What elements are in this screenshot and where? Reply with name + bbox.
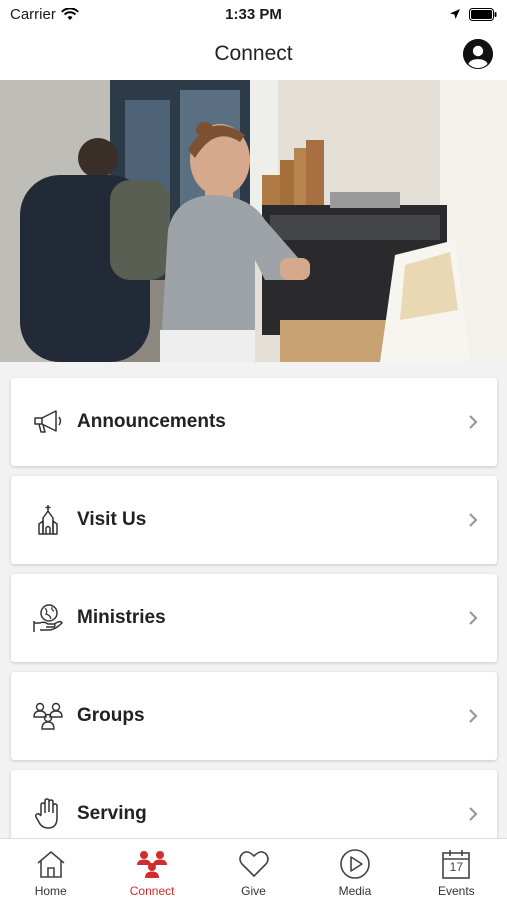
profile-icon — [463, 39, 493, 69]
battery-icon — [469, 7, 497, 21]
heart-icon — [237, 847, 271, 881]
menu-item-label: Visit Us — [77, 509, 147, 530]
play-icon — [338, 847, 372, 881]
profile-button[interactable] — [463, 39, 493, 69]
status-bar: Carrier 1:33 PM — [0, 0, 507, 28]
church-icon — [31, 503, 65, 537]
tab-media[interactable]: Media — [304, 839, 405, 900]
calendar-icon: 17 — [439, 847, 473, 881]
globe-hand-icon — [31, 601, 65, 635]
carrier-label: Carrier — [10, 5, 56, 23]
navigation-bar: Connect — [0, 28, 507, 80]
hero-image — [0, 80, 507, 362]
tab-label: Give — [241, 884, 266, 898]
location-arrow-icon — [450, 9, 460, 19]
tab-home[interactable]: Home — [0, 839, 101, 900]
connect-menu-list: Announcements Visit Us Ministries Groups… — [11, 378, 497, 868]
hand-icon — [31, 797, 65, 831]
page-title: Connect — [214, 42, 293, 65]
chevron-right-icon — [469, 513, 478, 527]
tab-label: Connect — [129, 884, 175, 898]
tab-events[interactable]: 17 Events — [406, 839, 507, 900]
menu-item-groups[interactable]: Groups — [11, 672, 497, 760]
tab-label: Events — [437, 884, 475, 898]
tab-give[interactable]: Give — [203, 839, 304, 900]
chevron-right-icon — [469, 807, 478, 821]
connect-icon — [135, 847, 169, 881]
menu-item-announcements[interactable]: Announcements — [11, 378, 497, 466]
menu-item-ministries[interactable]: Ministries — [11, 574, 497, 662]
chevron-right-icon — [469, 709, 478, 723]
menu-item-label: Announcements — [77, 411, 226, 432]
hero-photo — [0, 80, 507, 362]
menu-item-visit-us[interactable]: Visit Us — [11, 476, 497, 564]
status-time: 1:33 PM — [225, 5, 282, 23]
menu-item-label: Ministries — [77, 607, 166, 628]
tab-connect[interactable]: Connect — [101, 839, 202, 900]
wifi-icon — [60, 7, 79, 20]
chevron-right-icon — [469, 611, 478, 625]
menu-item-label: Groups — [77, 705, 145, 726]
home-icon — [34, 847, 68, 881]
tab-bar: Home Connect Give Media 17 Events — [0, 838, 507, 900]
tab-label: Media — [338, 884, 372, 898]
chevron-right-icon — [469, 415, 478, 429]
people-icon — [31, 699, 65, 733]
calendar-day: 17 — [449, 860, 463, 874]
menu-item-label: Serving — [77, 803, 147, 824]
tab-label: Home — [34, 884, 67, 898]
megaphone-icon — [31, 405, 65, 439]
